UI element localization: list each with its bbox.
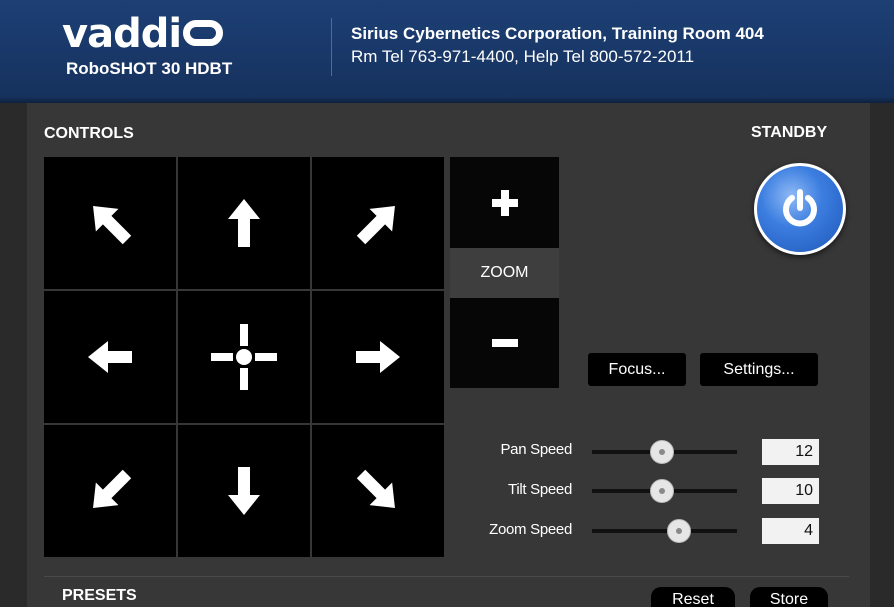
room-name: Sirius Cybernetics Corporation, Training… (351, 24, 764, 43)
brand-text: vaddi (62, 11, 182, 57)
arrow-down-icon (228, 467, 260, 515)
controls-heading: CONTROLS (44, 125, 134, 142)
home-button[interactable] (178, 291, 310, 423)
zoom-speed-slider[interactable] (592, 519, 737, 543)
pan-tilt-up-left-button[interactable] (44, 157, 176, 289)
model-name: RoboSHOT 30 HDBT (66, 59, 233, 78)
vaddio-logo: vaddi (62, 11, 224, 57)
arrow-up-right-icon (356, 206, 395, 245)
direction-pad (44, 157, 445, 558)
arrow-right-icon (356, 341, 400, 373)
pan-speed-label: Pan Speed (500, 441, 572, 458)
zoom-speed-label: Zoom Speed (489, 521, 572, 538)
store-button[interactable]: Store (750, 587, 828, 607)
focus-button[interactable]: Focus... (588, 353, 686, 386)
zoom-out-button[interactable] (450, 298, 559, 388)
power-icon (783, 189, 817, 227)
arrow-down-right-icon (356, 469, 395, 508)
header-divider (331, 18, 332, 76)
pan-speed-slider[interactable] (592, 440, 737, 464)
arrow-left-icon (88, 341, 132, 373)
tilt-speed-slider[interactable] (592, 479, 737, 503)
zoom-in-button[interactable] (450, 157, 559, 248)
header: vaddi RoboSHOT 30 HDBT Sirius Cybernetic… (0, 0, 894, 103)
tilt-speed-thumb[interactable] (649, 479, 674, 503)
tilt-speed-value[interactable]: 10 (762, 478, 819, 504)
home-crosshair-icon (211, 324, 277, 390)
pan-speed-thumb[interactable] (649, 440, 674, 464)
pan-tilt-down-button[interactable] (178, 425, 310, 557)
brand-logo-o (183, 20, 224, 46)
pan-tilt-up-button[interactable] (178, 157, 310, 289)
standby-button[interactable] (754, 163, 846, 255)
reset-button[interactable]: Reset (651, 587, 735, 607)
zoom-speed-value[interactable]: 4 (762, 518, 819, 544)
arrow-up-icon (228, 199, 260, 247)
arrow-down-left-icon (93, 469, 132, 508)
pan-left-button[interactable] (44, 291, 176, 423)
pan-speed-value[interactable]: 12 (762, 439, 819, 465)
tilt-speed-label: Tilt Speed (508, 481, 572, 498)
presets-divider (44, 576, 849, 577)
zoom-control: ZOOM (450, 157, 559, 388)
standby-heading: STANDBY (751, 124, 828, 141)
pan-tilt-up-right-button[interactable] (312, 157, 444, 289)
pan-right-button[interactable] (312, 291, 444, 423)
pan-tilt-down-left-button[interactable] (44, 425, 176, 557)
zoom-label: ZOOM (450, 248, 559, 298)
minus-icon (491, 339, 518, 347)
zoom-speed-thumb[interactable] (667, 519, 691, 543)
arrow-up-left-icon (93, 206, 132, 245)
settings-button[interactable]: Settings... (700, 353, 818, 386)
plus-icon (491, 189, 518, 216)
presets-heading: PRESETS (62, 587, 137, 604)
phone-numbers: Rm Tel 763-971-4400, Help Tel 800-572-20… (351, 47, 695, 66)
